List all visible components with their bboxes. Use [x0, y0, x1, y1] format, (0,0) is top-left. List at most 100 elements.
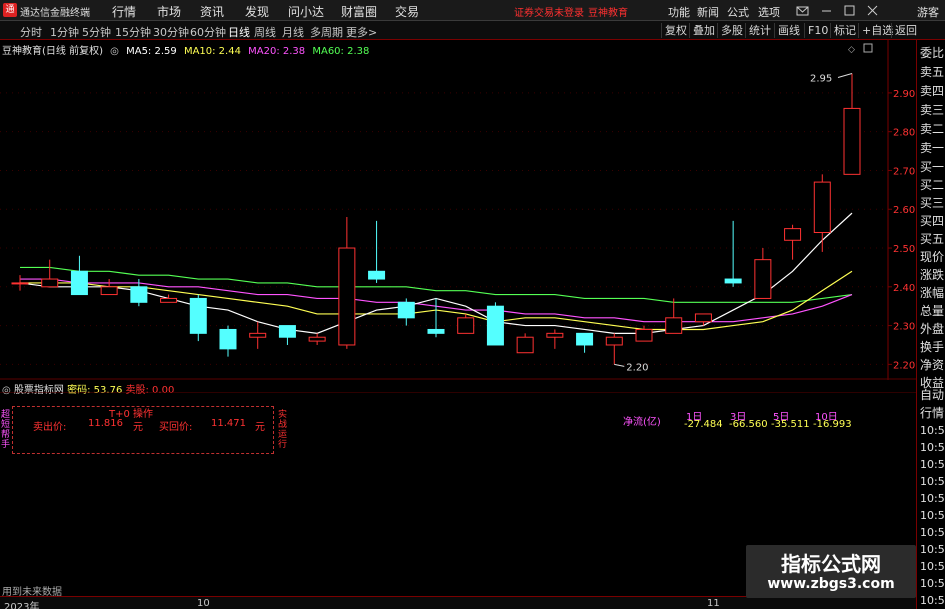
tick-time: 10:50 — [920, 458, 945, 471]
app-logo-icon: 通 — [3, 3, 17, 17]
watermark-title: 指标公式网 — [781, 552, 881, 576]
t0-box: T+0 操作 卖出价: 11.816 元 买回价: 11.471 元 — [12, 406, 274, 454]
side-label: 买三 — [920, 196, 945, 210]
side-label: 买一 — [920, 160, 945, 174]
candle-body — [278, 325, 296, 338]
statistics-button[interactable]: 统计 — [745, 23, 774, 38]
menu-news[interactable]: 资讯 — [200, 3, 224, 20]
menu-trade[interactable]: 交易 — [395, 3, 419, 20]
candle-body — [427, 328, 445, 334]
y-tick-label: 2.30 — [893, 322, 915, 333]
tick-time: 10:53 — [920, 509, 945, 522]
low-price-label: 2.20 — [626, 362, 648, 373]
menu-market[interactable]: 市场 — [157, 3, 181, 20]
candle-body — [70, 270, 88, 296]
date-month-10: 10 — [197, 598, 210, 609]
side-label: 卖一 — [920, 141, 945, 155]
date-year: 2023年 — [4, 602, 40, 609]
tick-time: 10:58 — [920, 577, 945, 590]
mail-icon[interactable] — [796, 4, 809, 17]
draw-line-button[interactable]: 画线 — [774, 23, 803, 38]
tab-multi-period[interactable]: 多周期 — [310, 24, 343, 40]
menu-wealth[interactable]: 财富圈 — [341, 3, 377, 20]
f10-button[interactable]: F10 — [804, 23, 831, 38]
panel-toggle-icon — [863, 43, 873, 53]
minimize-icon[interactable] — [820, 4, 833, 17]
tab-60min[interactable]: 60分钟 — [190, 24, 226, 40]
side-tab-auto[interactable]: 自动 — [920, 386, 944, 403]
side-label: 总量 — [920, 304, 945, 318]
candle-body — [784, 228, 802, 241]
tab-15min[interactable]: 15分钟 — [115, 24, 151, 40]
ma-toggle-icon[interactable]: ◎ — [110, 46, 119, 57]
tab-intraday[interactable]: 分时 — [20, 24, 42, 40]
candle-body — [41, 278, 59, 288]
ma20-value: MA20: 2.38 — [248, 46, 306, 57]
tab-monthly[interactable]: 月线 — [282, 24, 304, 40]
candle-body — [457, 317, 475, 334]
tab-daily[interactable]: 日线 — [228, 24, 250, 40]
candle-body — [308, 336, 326, 342]
high-price-label: 2.95 — [810, 74, 832, 85]
menu-ask[interactable]: 问小达 — [288, 3, 324, 20]
tick-time: 10:57 — [920, 560, 945, 573]
diamond-icon: ◇ — [848, 45, 855, 55]
tab-1min[interactable]: 1分钟 — [50, 24, 79, 40]
candle-body — [130, 286, 148, 303]
date-month-11: 11 — [707, 598, 720, 609]
ma5-value: MA5: 2.59 — [126, 46, 177, 57]
menu-market-quotes[interactable]: 行情 — [112, 3, 136, 20]
left-vertical-label: 超短帮手 — [1, 410, 11, 450]
tick-time: 10:50 — [920, 441, 945, 454]
net-3d: -66.560 — [729, 419, 768, 430]
back-button[interactable]: 返回 — [891, 23, 920, 38]
side-label: 涨幅 — [920, 286, 945, 300]
candle-body — [100, 286, 118, 296]
side-label: 买四 — [920, 214, 945, 228]
tick-time: 10:50 — [920, 424, 945, 437]
login-status[interactable]: 证券交易未登录 — [514, 4, 584, 19]
net-flow-label: 净流(亿) — [623, 417, 661, 428]
y-tick-label: 2.60 — [893, 205, 915, 216]
tab-5min[interactable]: 5分钟 — [82, 24, 111, 40]
candle-body — [754, 259, 772, 299]
multi-stock-button[interactable]: 多股 — [717, 23, 746, 38]
candle-body — [665, 317, 683, 334]
candle-body — [338, 247, 356, 346]
candle-body — [368, 270, 386, 280]
period-tab-bar: 分时 1分钟 5分钟 15分钟 30分钟 60分钟 日线 周线 月线 多周期 更… — [0, 21, 945, 40]
top-menu-bar: 通 通达信金融终端 行情 市场 资讯 发现 问小达 财富圈 交易 证券交易未登录… — [0, 0, 945, 21]
y-tick-label: 2.70 — [893, 166, 915, 177]
y-tick-label: 2.90 — [893, 89, 915, 100]
candle-body — [843, 107, 861, 175]
tab-more[interactable]: 更多> — [346, 24, 377, 40]
candle-body — [249, 332, 267, 338]
candle-body — [694, 313, 712, 323]
guest-user[interactable]: 游客 — [917, 4, 939, 20]
mark-button[interactable]: 标记 — [830, 23, 859, 38]
y-tick-label: 2.80 — [893, 128, 915, 139]
menu-functions[interactable]: 功能 — [668, 4, 690, 20]
y-tick-label: 2.40 — [893, 283, 915, 294]
quote-side-panel: 委比 卖五 卖四 卖三 卖二 卖一 买一 买二 买三 买四 买五 现价 涨跌 涨… — [916, 40, 945, 609]
side-label: 涨跌 — [920, 268, 945, 282]
tab-weekly[interactable]: 周线 — [254, 24, 276, 40]
menu-options[interactable]: 选项 — [758, 4, 780, 20]
side-label: 净资 — [920, 358, 945, 372]
side-tab-quotes[interactable]: 行情 — [920, 404, 944, 421]
sell-price-unit: 元 — [133, 422, 143, 433]
side-label: 现价 — [920, 250, 945, 264]
ma-legend: 豆神教育(日线 前复权) ◎ MA5: 2.59 MA10: 2.44 MA20… — [2, 42, 373, 57]
side-label: 买五 — [920, 232, 945, 246]
close-icon[interactable] — [866, 4, 879, 17]
tab-30min[interactable]: 30分钟 — [153, 24, 189, 40]
overlay-button[interactable]: 叠加 — [689, 23, 718, 38]
menu-formula[interactable]: 公式 — [727, 4, 749, 20]
candlestick-chart[interactable]: 2.20 2.30 2.40 2.50 2.60 2.70 2.80 2.90 2.95 2.20… — [0, 40, 916, 380]
adjust-button[interactable]: 复权 — [661, 23, 690, 38]
maximize-icon[interactable] — [843, 4, 856, 17]
menu-discover[interactable]: 发现 — [245, 3, 269, 20]
current-stock-name: 豆神教育 — [588, 8, 628, 19]
menu-news-top[interactable]: 新闻 — [697, 4, 719, 20]
candle-body — [813, 181, 831, 234]
